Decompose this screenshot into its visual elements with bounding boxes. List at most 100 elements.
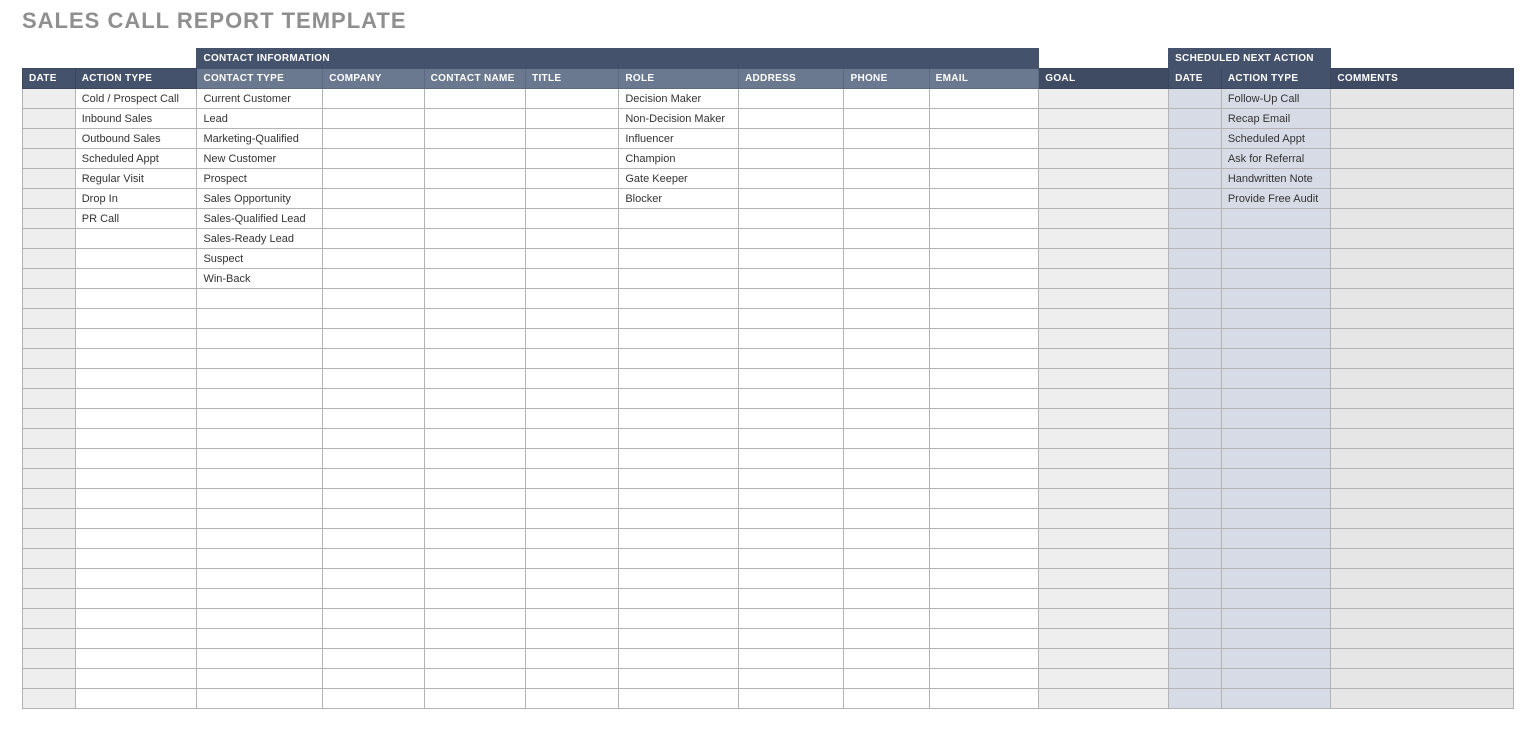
cell-next-date[interactable] — [1169, 369, 1222, 389]
cell-comments[interactable] — [1331, 329, 1514, 349]
cell-contact-name[interactable] — [424, 269, 525, 289]
cell-goal[interactable] — [1039, 549, 1169, 569]
cell-next-action-type[interactable] — [1221, 429, 1331, 449]
cell-contact-type[interactable]: Current Customer — [197, 89, 323, 109]
cell-date[interactable] — [23, 629, 76, 649]
cell-role[interactable] — [619, 609, 739, 629]
cell-next-action-type[interactable] — [1221, 529, 1331, 549]
cell-next-date[interactable] — [1169, 389, 1222, 409]
cell-action-type[interactable]: Regular Visit — [75, 169, 197, 189]
cell-email[interactable] — [929, 669, 1039, 689]
cell-next-action-type[interactable] — [1221, 469, 1331, 489]
cell-phone[interactable] — [844, 249, 929, 269]
cell-contact-name[interactable] — [424, 369, 525, 389]
cell-address[interactable] — [739, 249, 844, 269]
cell-goal[interactable] — [1039, 169, 1169, 189]
cell-company[interactable] — [323, 169, 424, 189]
cell-comments[interactable] — [1331, 569, 1514, 589]
cell-action-type[interactable] — [75, 589, 197, 609]
cell-email[interactable] — [929, 329, 1039, 349]
cell-comments[interactable] — [1331, 129, 1514, 149]
cell-title[interactable] — [526, 529, 619, 549]
cell-next-action-type[interactable] — [1221, 609, 1331, 629]
cell-email[interactable] — [929, 629, 1039, 649]
cell-email[interactable] — [929, 449, 1039, 469]
cell-comments[interactable] — [1331, 349, 1514, 369]
cell-action-type[interactable] — [75, 689, 197, 709]
cell-action-type[interactable]: Inbound Sales — [75, 109, 197, 129]
cell-action-type[interactable] — [75, 249, 197, 269]
cell-action-type[interactable] — [75, 609, 197, 629]
cell-action-type[interactable] — [75, 429, 197, 449]
cell-address[interactable] — [739, 389, 844, 409]
cell-contact-type[interactable] — [197, 289, 323, 309]
cell-comments[interactable] — [1331, 669, 1514, 689]
cell-next-action-type[interactable] — [1221, 569, 1331, 589]
cell-title[interactable] — [526, 149, 619, 169]
cell-phone[interactable] — [844, 529, 929, 549]
cell-next-action-type[interactable] — [1221, 629, 1331, 649]
cell-phone[interactable] — [844, 569, 929, 589]
cell-next-date[interactable] — [1169, 629, 1222, 649]
cell-goal[interactable] — [1039, 149, 1169, 169]
cell-phone[interactable] — [844, 329, 929, 349]
cell-next-date[interactable] — [1169, 529, 1222, 549]
cell-role[interactable] — [619, 249, 739, 269]
cell-date[interactable] — [23, 469, 76, 489]
cell-action-type[interactable] — [75, 329, 197, 349]
cell-email[interactable] — [929, 349, 1039, 369]
cell-phone[interactable] — [844, 189, 929, 209]
cell-role[interactable] — [619, 349, 739, 369]
cell-date[interactable] — [23, 229, 76, 249]
cell-comments[interactable] — [1331, 229, 1514, 249]
cell-contact-name[interactable] — [424, 229, 525, 249]
cell-comments[interactable] — [1331, 189, 1514, 209]
cell-next-date[interactable] — [1169, 269, 1222, 289]
cell-action-type[interactable] — [75, 549, 197, 569]
cell-date[interactable] — [23, 509, 76, 529]
cell-title[interactable] — [526, 269, 619, 289]
cell-comments[interactable] — [1331, 509, 1514, 529]
cell-phone[interactable] — [844, 309, 929, 329]
cell-next-date[interactable] — [1169, 109, 1222, 129]
cell-company[interactable] — [323, 389, 424, 409]
cell-title[interactable] — [526, 669, 619, 689]
cell-contact-type[interactable] — [197, 489, 323, 509]
cell-next-date[interactable] — [1169, 509, 1222, 529]
cell-comments[interactable] — [1331, 149, 1514, 169]
cell-contact-name[interactable] — [424, 389, 525, 409]
cell-comments[interactable] — [1331, 249, 1514, 269]
cell-next-action-type[interactable] — [1221, 409, 1331, 429]
cell-role[interactable] — [619, 269, 739, 289]
cell-company[interactable] — [323, 89, 424, 109]
cell-phone[interactable] — [844, 489, 929, 509]
cell-contact-name[interactable] — [424, 349, 525, 369]
cell-action-type[interactable] — [75, 389, 197, 409]
cell-action-type[interactable] — [75, 369, 197, 389]
cell-next-action-type[interactable] — [1221, 329, 1331, 349]
cell-title[interactable] — [526, 309, 619, 329]
cell-contact-type[interactable]: Sales-Qualified Lead — [197, 209, 323, 229]
cell-title[interactable] — [526, 109, 619, 129]
cell-goal[interactable] — [1039, 609, 1169, 629]
cell-contact-type[interactable] — [197, 369, 323, 389]
cell-date[interactable] — [23, 289, 76, 309]
cell-email[interactable] — [929, 529, 1039, 549]
cell-goal[interactable] — [1039, 329, 1169, 349]
cell-goal[interactable] — [1039, 309, 1169, 329]
cell-date[interactable] — [23, 249, 76, 269]
cell-action-type[interactable] — [75, 289, 197, 309]
cell-next-action-type[interactable] — [1221, 689, 1331, 709]
cell-action-type[interactable] — [75, 229, 197, 249]
cell-phone[interactable] — [844, 389, 929, 409]
cell-next-date[interactable] — [1169, 409, 1222, 429]
cell-goal[interactable] — [1039, 409, 1169, 429]
cell-company[interactable] — [323, 109, 424, 129]
cell-comments[interactable] — [1331, 649, 1514, 669]
cell-contact-name[interactable] — [424, 429, 525, 449]
cell-comments[interactable] — [1331, 589, 1514, 609]
cell-company[interactable] — [323, 549, 424, 569]
cell-contact-type[interactable] — [197, 309, 323, 329]
cell-company[interactable] — [323, 669, 424, 689]
cell-goal[interactable] — [1039, 689, 1169, 709]
